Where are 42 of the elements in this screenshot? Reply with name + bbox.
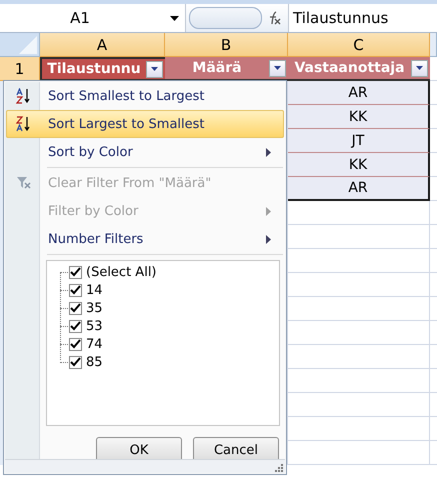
menu-item[interactable]: Sort Largest to Smallest	[6, 110, 284, 138]
checkbox[interactable]	[69, 302, 82, 314]
caret-icon	[151, 67, 158, 71]
column-header[interactable]: B	[165, 33, 288, 57]
table-cell: AR	[288, 177, 430, 201]
value-label[interactable]: 53	[86, 318, 103, 334]
caret-icon	[274, 66, 281, 70]
checkbox[interactable]	[69, 266, 82, 278]
triangle-icon	[19, 36, 37, 54]
row-header[interactable]: 1	[0, 57, 40, 81]
column-header[interactable]: A	[40, 33, 165, 57]
caret-icon	[416, 66, 423, 70]
checkbox[interactable]	[69, 356, 82, 368]
table-cell: AR	[288, 81, 430, 105]
menu-item[interactable]: Number Filters	[6, 225, 284, 253]
value-label[interactable]: (Select All)	[86, 264, 156, 280]
header-text: Tilaustunnu	[46, 61, 142, 77]
sort-ascending-icon	[16, 88, 32, 104]
table-cell: JT	[288, 129, 430, 153]
table-cell: KK	[288, 105, 430, 129]
clear-filter-icon	[17, 177, 31, 189]
value-label[interactable]: 35	[86, 300, 103, 316]
value-label[interactable]: 74	[86, 336, 103, 352]
dropdown-icon[interactable]	[170, 16, 179, 20]
filter-dropdown-button[interactable]	[269, 60, 286, 76]
header-text: Määrä	[191, 60, 243, 76]
expand-handle[interactable]	[189, 7, 262, 29]
filter-dropdown-button[interactable]	[146, 60, 163, 78]
menu-item[interactable]: Sort by Color	[6, 138, 284, 166]
value-label[interactable]: 85	[86, 354, 103, 370]
table-cell: KK	[288, 153, 430, 177]
formula-field[interactable]: Tilaustunnus	[288, 4, 437, 32]
column-header[interactable]: C	[288, 33, 430, 57]
filter-dropdown-button[interactable]	[411, 60, 428, 76]
checkbox[interactable]	[69, 284, 82, 296]
sort-descending-icon	[16, 116, 32, 132]
resize-grip-icon[interactable]	[275, 464, 283, 472]
value-label[interactable]: 14	[86, 282, 103, 298]
checkbox[interactable]	[69, 338, 82, 350]
checkbox[interactable]	[69, 320, 82, 332]
header-text: Vastaanottaja	[293, 60, 406, 76]
menu-item[interactable]: Sort Smallest to Largest	[6, 82, 284, 110]
